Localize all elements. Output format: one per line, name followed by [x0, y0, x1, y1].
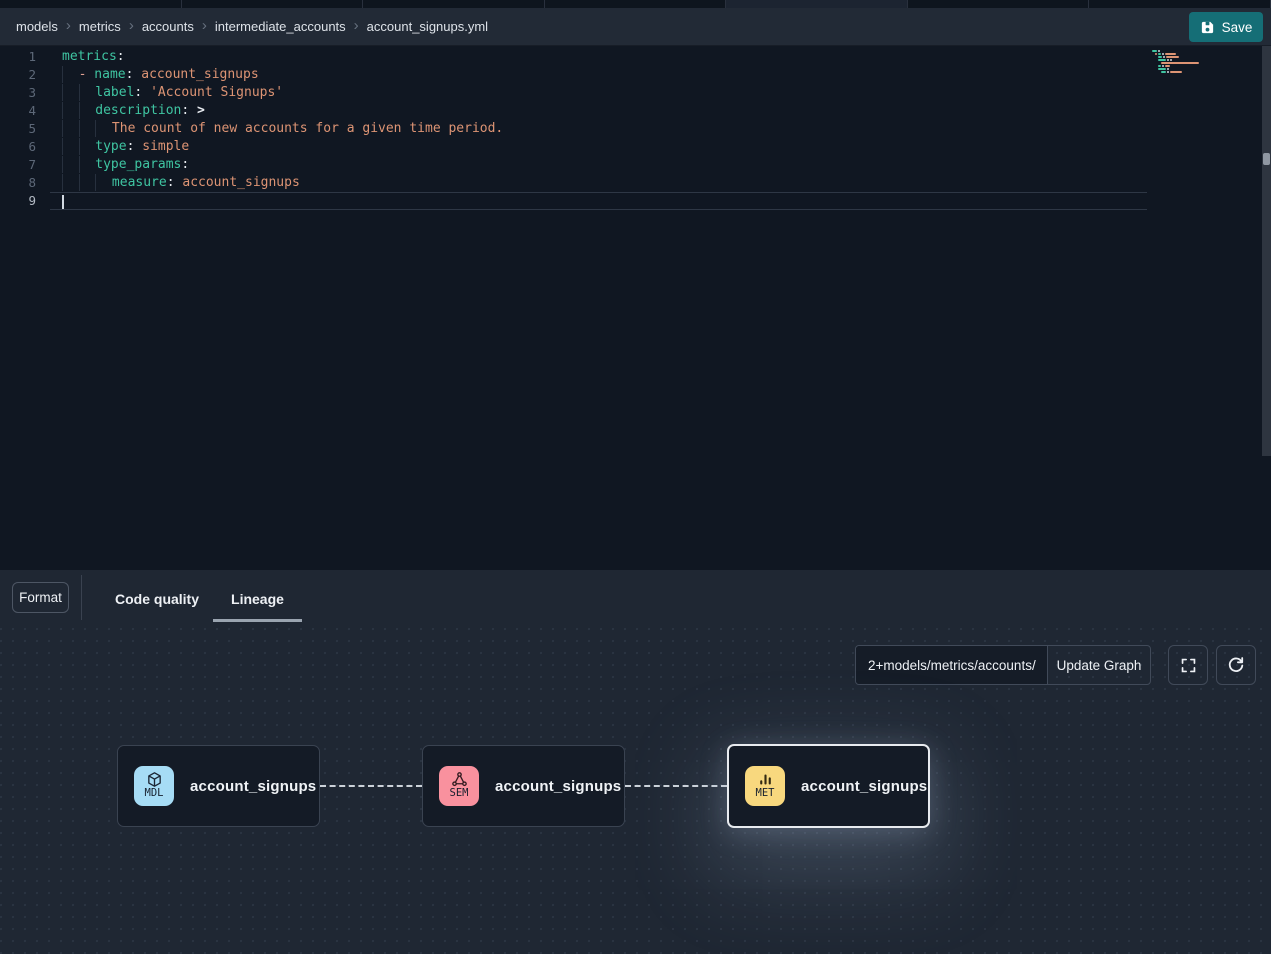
- node-type-label: MET: [756, 788, 775, 800]
- node-type-badge: SEM: [439, 766, 479, 806]
- file-tab[interactable]: [908, 0, 1090, 8]
- breadcrumb-item[interactable]: metrics: [79, 19, 121, 34]
- node-label: account_signups: [801, 778, 927, 795]
- lineage-node-mdl[interactable]: MDL account_signups: [117, 745, 320, 827]
- node-label: account_signups: [495, 778, 621, 795]
- save-button[interactable]: Save: [1189, 12, 1263, 42]
- line-number: 7: [0, 156, 36, 174]
- line-number: 4: [0, 102, 36, 120]
- tab-code-quality[interactable]: Code quality: [115, 570, 199, 628]
- breadcrumb-bar: models › metrics › accounts › intermediate_acc…: [0, 8, 1271, 46]
- refresh-icon: [1227, 656, 1245, 674]
- save-icon: [1200, 20, 1215, 35]
- breadcrumb-separator-icon: ›: [202, 18, 207, 33]
- node-type-badge: MET: [745, 766, 785, 806]
- tab-lineage[interactable]: Lineage: [231, 570, 284, 628]
- fullscreen-icon: [1180, 657, 1197, 674]
- file-tab[interactable]: [0, 0, 182, 8]
- semantic-model-icon: [451, 772, 468, 788]
- lineage-edge: [625, 785, 727, 787]
- line-number: 2: [0, 66, 36, 84]
- text-cursor: [62, 195, 64, 209]
- code-line[interactable]: 4description: >: [0, 102, 1271, 120]
- lineage-canvas[interactable]: 2+models/metrics/accounts/ Update Graph: [0, 628, 1271, 954]
- file-tab[interactable]: [1089, 0, 1271, 8]
- node-type-badge: MDL: [134, 766, 174, 806]
- format-button[interactable]: Format: [12, 582, 69, 613]
- tab-row-divider: [81, 575, 82, 620]
- model-icon: [146, 772, 163, 788]
- code-line[interactable]: 3label: 'Account Signups': [0, 84, 1271, 102]
- breadcrumb-item[interactable]: intermediate_accounts: [215, 19, 346, 34]
- code-line[interactable]: 1metrics:: [0, 48, 1271, 66]
- editor-scrollbar[interactable]: [1262, 46, 1271, 456]
- metric-icon: [757, 772, 774, 788]
- code-line[interactable]: 7type_params:: [0, 156, 1271, 174]
- lineage-controls: 2+models/metrics/accounts/ Update Graph: [855, 645, 1151, 685]
- code-line[interactable]: 5The count of new accounts for a given t…: [0, 120, 1271, 138]
- node-type-label: MDL: [145, 788, 164, 800]
- file-tab[interactable]: [363, 0, 545, 8]
- lineage-selector-input[interactable]: 2+models/metrics/accounts/: [856, 646, 1048, 684]
- code-line[interactable]: 9: [0, 192, 1271, 210]
- code-line[interactable]: 8measure: account_signups: [0, 174, 1271, 192]
- line-number: 3: [0, 84, 36, 102]
- breadcrumb-item[interactable]: models: [16, 19, 58, 34]
- breadcrumb-item[interactable]: account_signups.yml: [367, 19, 488, 34]
- line-number: 8: [0, 174, 36, 192]
- code-editor[interactable]: 1metrics:2- name: account_signups3label:…: [0, 46, 1271, 570]
- fullscreen-button[interactable]: [1168, 645, 1208, 685]
- breadcrumb-separator-icon: ›: [129, 18, 134, 33]
- bottom-panel: Format Code quality Lineage 2+models/metr…: [0, 570, 1271, 954]
- file-tab[interactable]: [545, 0, 727, 8]
- refresh-button[interactable]: [1216, 645, 1256, 685]
- breadcrumb-item[interactable]: accounts: [142, 19, 194, 34]
- code-line[interactable]: 6type: simple: [0, 138, 1271, 156]
- code-lines: 1metrics:2- name: account_signups3label:…: [0, 48, 1271, 210]
- node-type-label: SEM: [450, 788, 469, 800]
- breadcrumb-separator-icon: ›: [66, 18, 71, 33]
- save-button-label: Save: [1222, 20, 1253, 35]
- top-tab-strip: [0, 0, 1271, 8]
- file-tab[interactable]: [726, 0, 908, 8]
- line-number: 9: [0, 192, 36, 210]
- update-graph-button[interactable]: Update Graph: [1048, 646, 1150, 684]
- line-number: 6: [0, 138, 36, 156]
- code-line[interactable]: 2- name: account_signups: [0, 66, 1271, 84]
- minimap[interactable]: [1152, 50, 1215, 77]
- lineage-node-met[interactable]: MET account_signups: [727, 744, 930, 828]
- file-tab[interactable]: [182, 0, 364, 8]
- breadcrumb: models › metrics › accounts › intermediate_acc…: [16, 19, 488, 34]
- ide-window: models › metrics › accounts › intermediate_acc…: [0, 0, 1271, 954]
- line-number: 5: [0, 120, 36, 138]
- lineage-edge: [320, 785, 422, 787]
- panel-tab-row: Format Code quality Lineage: [0, 570, 1271, 628]
- line-number: 1: [0, 48, 36, 66]
- node-label: account_signups: [190, 778, 316, 795]
- panel-tabs: Code quality Lineage: [115, 570, 284, 628]
- breadcrumb-separator-icon: ›: [354, 18, 359, 33]
- lineage-node-sem[interactable]: SEM account_signups: [422, 745, 625, 827]
- editor-scrollbar-handle[interactable]: [1263, 153, 1270, 165]
